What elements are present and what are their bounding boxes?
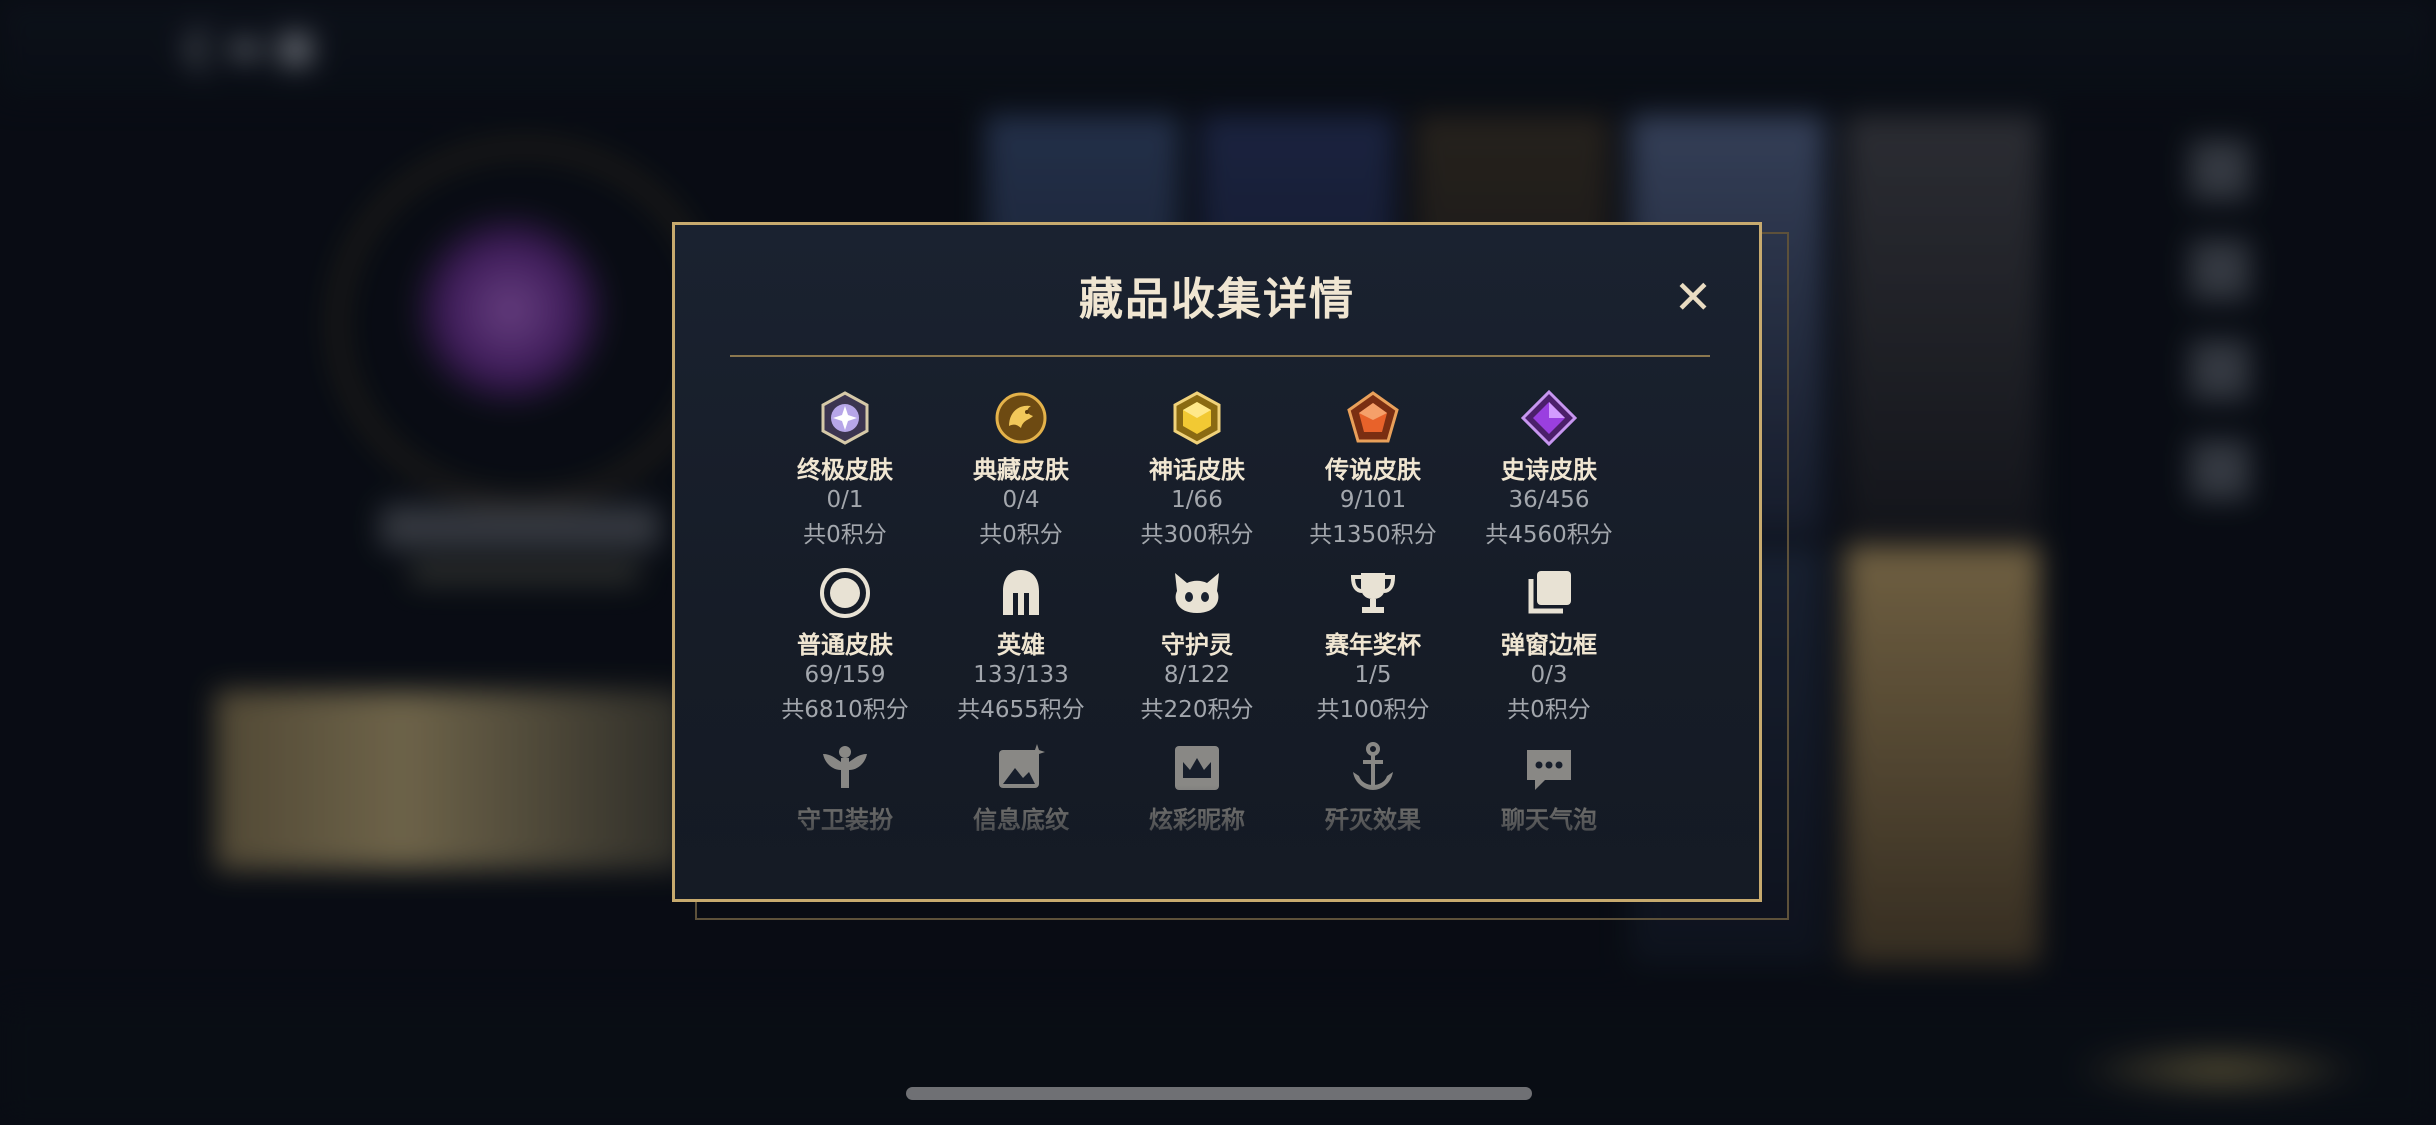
chat-bubble-icon	[1527, 750, 1571, 790]
legendary-skin-icon	[1347, 391, 1399, 443]
champion-helmet-icon	[1003, 570, 1039, 615]
collection-item[interactable]: 炫彩昵称	[1109, 740, 1285, 835]
dialog-title: 藏品收集详情	[1079, 274, 1355, 325]
regular-skin-icon	[820, 568, 870, 618]
home-indicator[interactable]	[906, 1087, 1532, 1100]
collection-item[interactable]: 弹窗边框 0/3 共0积分	[1461, 565, 1637, 724]
collection-item[interactable]: 守护灵 8/122 共220积分	[1109, 565, 1285, 724]
ultimate-skin-icon	[821, 391, 869, 445]
ward-skin-icon	[823, 746, 867, 788]
collection-item[interactable]: 守卫装扮	[757, 740, 933, 835]
crown-nameplate-icon	[1175, 746, 1219, 790]
collection-item[interactable]: 普通皮肤 69/159 共6810积分	[757, 565, 933, 724]
collection-item[interactable]: 传说皮肤 9/101 共1350积分	[1285, 390, 1461, 549]
anchor-finisher-icon	[1353, 742, 1393, 790]
mythic-skin-icon	[1173, 391, 1221, 445]
prestige-skin-icon	[995, 392, 1047, 444]
little-legend-icon	[1175, 573, 1219, 613]
profile-banner-icon	[999, 744, 1045, 788]
popup-frame-icon	[1528, 571, 1571, 614]
collection-item[interactable]: 英雄 133/133 共4655积分	[933, 565, 1109, 724]
collection-details-dialog: 藏品收集详情 ✕ 终极皮肤 0/1 共0积分 典藏皮肤 0/4 共0积分 神话皮…	[672, 222, 1762, 902]
close-button[interactable]: ✕	[1665, 269, 1721, 325]
collection-item[interactable]: 歼灭效果	[1285, 740, 1461, 835]
collection-item[interactable]: 信息底纹	[933, 740, 1109, 835]
collection-item[interactable]: 终极皮肤 0/1 共0积分	[757, 390, 933, 549]
collection-item[interactable]: 史诗皮肤 36/456 共4560积分	[1461, 390, 1637, 549]
title-divider	[730, 355, 1710, 357]
epic-skin-icon	[1521, 390, 1577, 446]
collection-item[interactable]: 聊天气泡	[1461, 740, 1637, 835]
collection-item[interactable]: 神话皮肤 1/66 共300积分	[1109, 390, 1285, 549]
trophy-icon	[1350, 573, 1396, 613]
collection-item[interactable]: 赛年奖杯 1/5 共100积分	[1285, 565, 1461, 724]
collection-item[interactable]: 典藏皮肤 0/4 共0积分	[933, 390, 1109, 549]
